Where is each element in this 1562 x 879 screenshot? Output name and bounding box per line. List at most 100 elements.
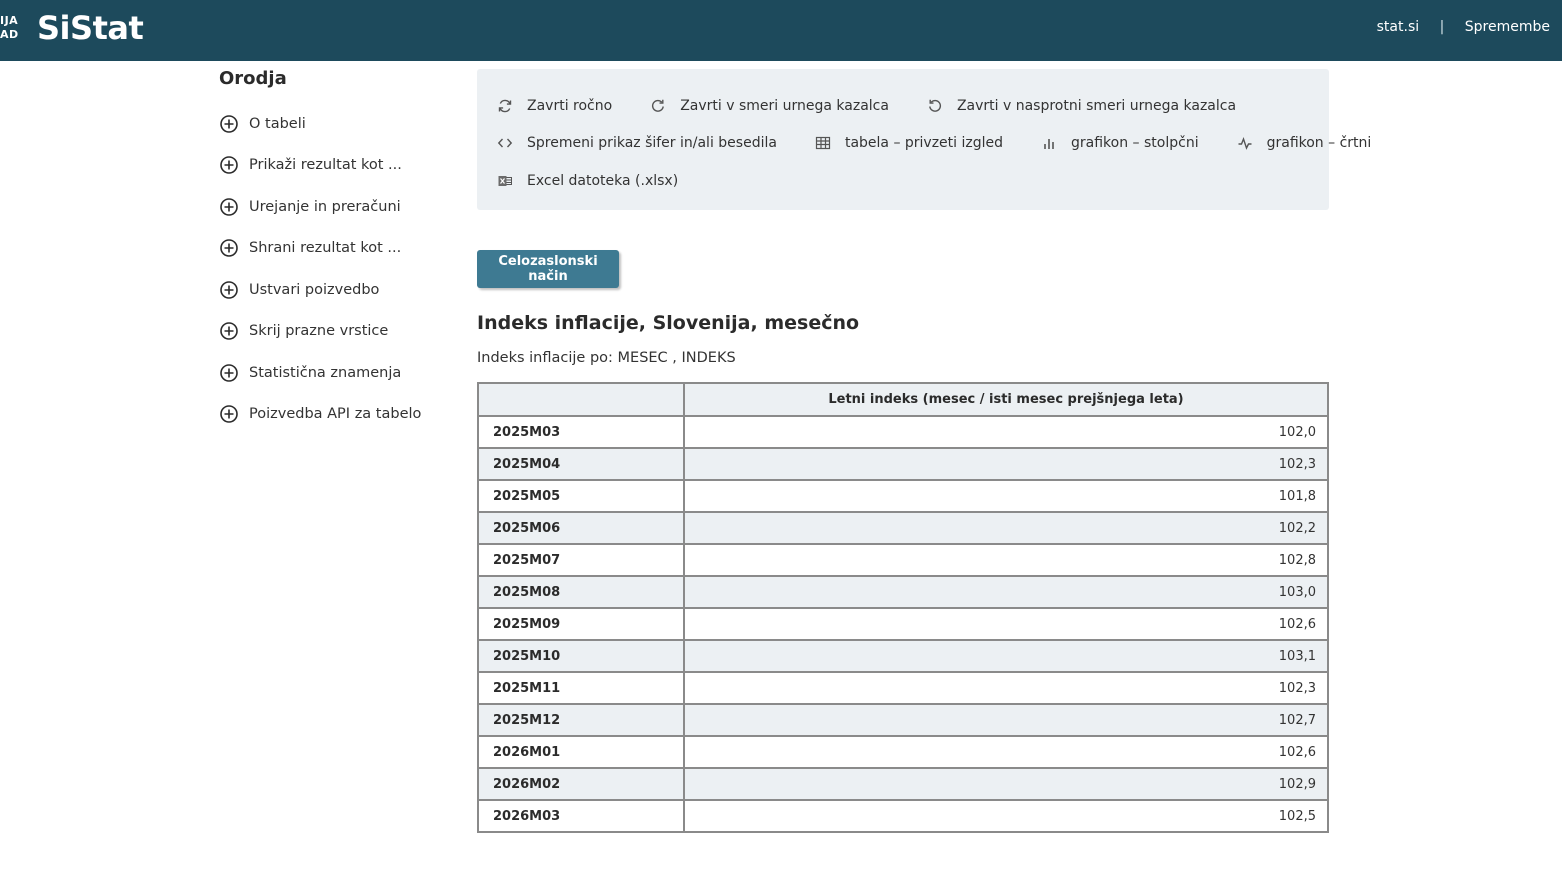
tool-rotate-counterclockwise[interactable]: Zavrti v nasprotni smeri urnega kazalca bbox=[927, 98, 1236, 114]
row-header-month: 2025M11 bbox=[477, 671, 685, 705]
row-header-month: 2025M09 bbox=[477, 607, 685, 641]
tool-code[interactable]: Spremeni prikaz šifer in/ali besedila bbox=[497, 135, 777, 151]
table-row: 2025M10 103,1 bbox=[477, 639, 1329, 673]
index-value-cell: 102,0 bbox=[683, 415, 1329, 449]
table-row: 2026M01 102,6 bbox=[477, 735, 1329, 769]
index-value-cell: 103,0 bbox=[683, 575, 1329, 609]
table-row: 2026M02 102,9 bbox=[477, 767, 1329, 801]
sidebar-item-label: Ustvari poizvedbo bbox=[249, 281, 380, 298]
sidebar-item-label: Prikaži rezultat kot ... bbox=[249, 157, 402, 174]
plus-circle-icon bbox=[219, 238, 239, 258]
tool-label: grafikon – črtni bbox=[1266, 135, 1372, 152]
sidebar-title: Orodja bbox=[219, 68, 287, 89]
tool-label: Excel datoteka (.xlsx) bbox=[527, 172, 679, 189]
plus-circle-icon bbox=[219, 404, 239, 424]
index-value-cell: 102,3 bbox=[683, 447, 1329, 481]
tool-label: Zavrti v smeri urnega kazalca bbox=[680, 97, 889, 114]
row-header-month: 2025M08 bbox=[477, 575, 685, 609]
plus-circle-icon bbox=[219, 363, 239, 383]
nav-link-stat-si[interactable]: stat.si bbox=[1377, 19, 1420, 35]
plus-circle-icon bbox=[219, 155, 239, 175]
index-value-cell: 102,6 bbox=[683, 735, 1329, 769]
tool-label: tabela – privzeti izgled bbox=[844, 135, 1004, 152]
table-row: 2025M09 102,6 bbox=[477, 607, 1329, 641]
logo-small-line2: AD bbox=[0, 28, 19, 41]
index-value-cell: 102,8 bbox=[683, 543, 1329, 577]
tool-table[interactable]: tabela – privzeti izgled bbox=[815, 135, 1003, 151]
bar-chart-icon bbox=[1041, 135, 1057, 151]
row-header-month: 2026M03 bbox=[477, 799, 685, 833]
tool-excel[interactable]: Excel datoteka (.xlsx) bbox=[497, 173, 678, 189]
index-value-cell: 103,1 bbox=[683, 639, 1329, 673]
page-title: Indeks inflacije, Slovenija, mesečno bbox=[477, 312, 860, 334]
row-header-month: 2025M04 bbox=[477, 447, 685, 481]
sidebar-item[interactable]: Statistična znamenja bbox=[219, 352, 459, 394]
tools-sidebar: Orodja O tabeli Prikaži rezultat kot ... U… bbox=[219, 68, 459, 435]
inflation-table: Letni indeks (mesec / isti mesec prejšnj… bbox=[477, 382, 1329, 833]
tool-rotate-clockwise[interactable]: Zavrti v smeri urnega kazalca bbox=[650, 98, 889, 114]
tool-label: grafikon – stolpčni bbox=[1071, 135, 1199, 152]
table-corner-cell bbox=[477, 382, 685, 417]
table-row: 2025M05 101,8 bbox=[477, 479, 1329, 513]
sidebar-item[interactable]: Shrani rezultat kot ... bbox=[219, 228, 459, 270]
row-header-month: 2025M10 bbox=[477, 639, 685, 673]
tool-line-chart[interactable]: grafikon – črtni bbox=[1237, 135, 1372, 152]
index-value-cell: 102,3 bbox=[683, 671, 1329, 705]
table-row: 2025M11 102,3 bbox=[477, 671, 1329, 705]
fullscreen-button[interactable]: Celozaslonski način bbox=[477, 250, 619, 288]
column-header: Letni indeks (mesec / isti mesec prejšnj… bbox=[683, 382, 1329, 417]
excel-icon bbox=[497, 173, 513, 189]
tools-row-export: Excel datoteka (.xlsx) bbox=[497, 162, 1309, 200]
institution-logo[interactable]: IJA AD bbox=[0, 14, 22, 42]
index-value-cell: 101,8 bbox=[683, 479, 1329, 513]
sidebar-item-label: Skrij prazne vrstice bbox=[249, 323, 389, 340]
code-icon bbox=[497, 135, 513, 151]
sidebar-item-label: Shrani rezultat kot ... bbox=[249, 240, 402, 257]
header-nav: stat.si | Spremembe bbox=[1377, 19, 1550, 35]
sidebar-item-label: Statistična znamenja bbox=[249, 364, 402, 381]
tools-row-rotate: Zavrti ročno Zavrti v smeri urnega kazalc… bbox=[497, 87, 1309, 125]
row-header-month: 2025M05 bbox=[477, 479, 685, 513]
row-header-month: 2025M12 bbox=[477, 703, 685, 737]
plus-circle-icon bbox=[219, 321, 239, 341]
row-header-month: 2026M01 bbox=[477, 735, 685, 769]
table-row: 2025M06 102,2 bbox=[477, 511, 1329, 545]
tool-label: Spremeni prikaz šifer in/ali besedila bbox=[527, 135, 777, 152]
sidebar-item[interactable]: O tabeli bbox=[219, 103, 459, 145]
sidebar-item[interactable]: Skrij prazne vrstice bbox=[219, 311, 459, 353]
tools-panel: Zavrti ročno Zavrti v smeri urnega kazalc… bbox=[477, 69, 1371, 210]
tools-row-view: Spremeni prikaz šifer in/ali besedila tab… bbox=[497, 125, 1371, 163]
top-header: IJA AD SiStat stat.si | Spremembe bbox=[0, 0, 1562, 61]
plus-circle-icon bbox=[219, 280, 239, 300]
plus-circle-icon bbox=[219, 197, 239, 217]
sidebar-item[interactable]: Ustvari poizvedbo bbox=[219, 269, 459, 311]
line-chart-icon bbox=[1237, 135, 1253, 151]
sidebar-item[interactable]: Urejanje in preračuni bbox=[219, 186, 459, 228]
index-value-cell: 102,7 bbox=[683, 703, 1329, 737]
table-row: 2025M08 103,0 bbox=[477, 575, 1329, 609]
plus-circle-icon bbox=[219, 114, 239, 134]
nav-link-spremembe[interactable]: Spremembe bbox=[1465, 19, 1550, 35]
table-icon bbox=[815, 135, 831, 151]
table-row: 2025M03 102,0 bbox=[477, 415, 1329, 449]
tool-rotate-manual[interactable]: Zavrti ročno bbox=[497, 98, 612, 114]
sidebar-item-label: Poizvedba API za tabelo bbox=[249, 406, 422, 423]
sidebar-item[interactable]: Poizvedba API za tabelo bbox=[219, 394, 459, 436]
rotate-counterclockwise-icon bbox=[927, 98, 943, 114]
row-header-month: 2025M07 bbox=[477, 543, 685, 577]
sistat-logo[interactable]: SiStat bbox=[37, 9, 144, 47]
sidebar-item-label: O tabeli bbox=[249, 115, 306, 132]
sidebar-item[interactable]: Prikaži rezultat kot ... bbox=[219, 145, 459, 187]
tool-bar-chart[interactable]: grafikon – stolpčni bbox=[1041, 135, 1199, 151]
table-row: 2026M03 102,5 bbox=[477, 799, 1329, 833]
table-header-row: Letni indeks (mesec / isti mesec prejšnj… bbox=[477, 382, 1329, 417]
table-row: 2025M07 102,8 bbox=[477, 543, 1329, 577]
table-subtitle: Indeks inflacije po: MESEC , INDEKS bbox=[477, 350, 736, 366]
index-value-cell: 102,2 bbox=[683, 511, 1329, 545]
sidebar-item-label: Urejanje in preračuni bbox=[249, 198, 401, 215]
rotate-manual-icon bbox=[497, 98, 513, 114]
nav-separator: | bbox=[1439, 19, 1445, 35]
tool-label: Zavrti ročno bbox=[527, 97, 613, 114]
table-row: 2025M04 102,3 bbox=[477, 447, 1329, 481]
row-header-month: 2025M03 bbox=[477, 415, 685, 449]
